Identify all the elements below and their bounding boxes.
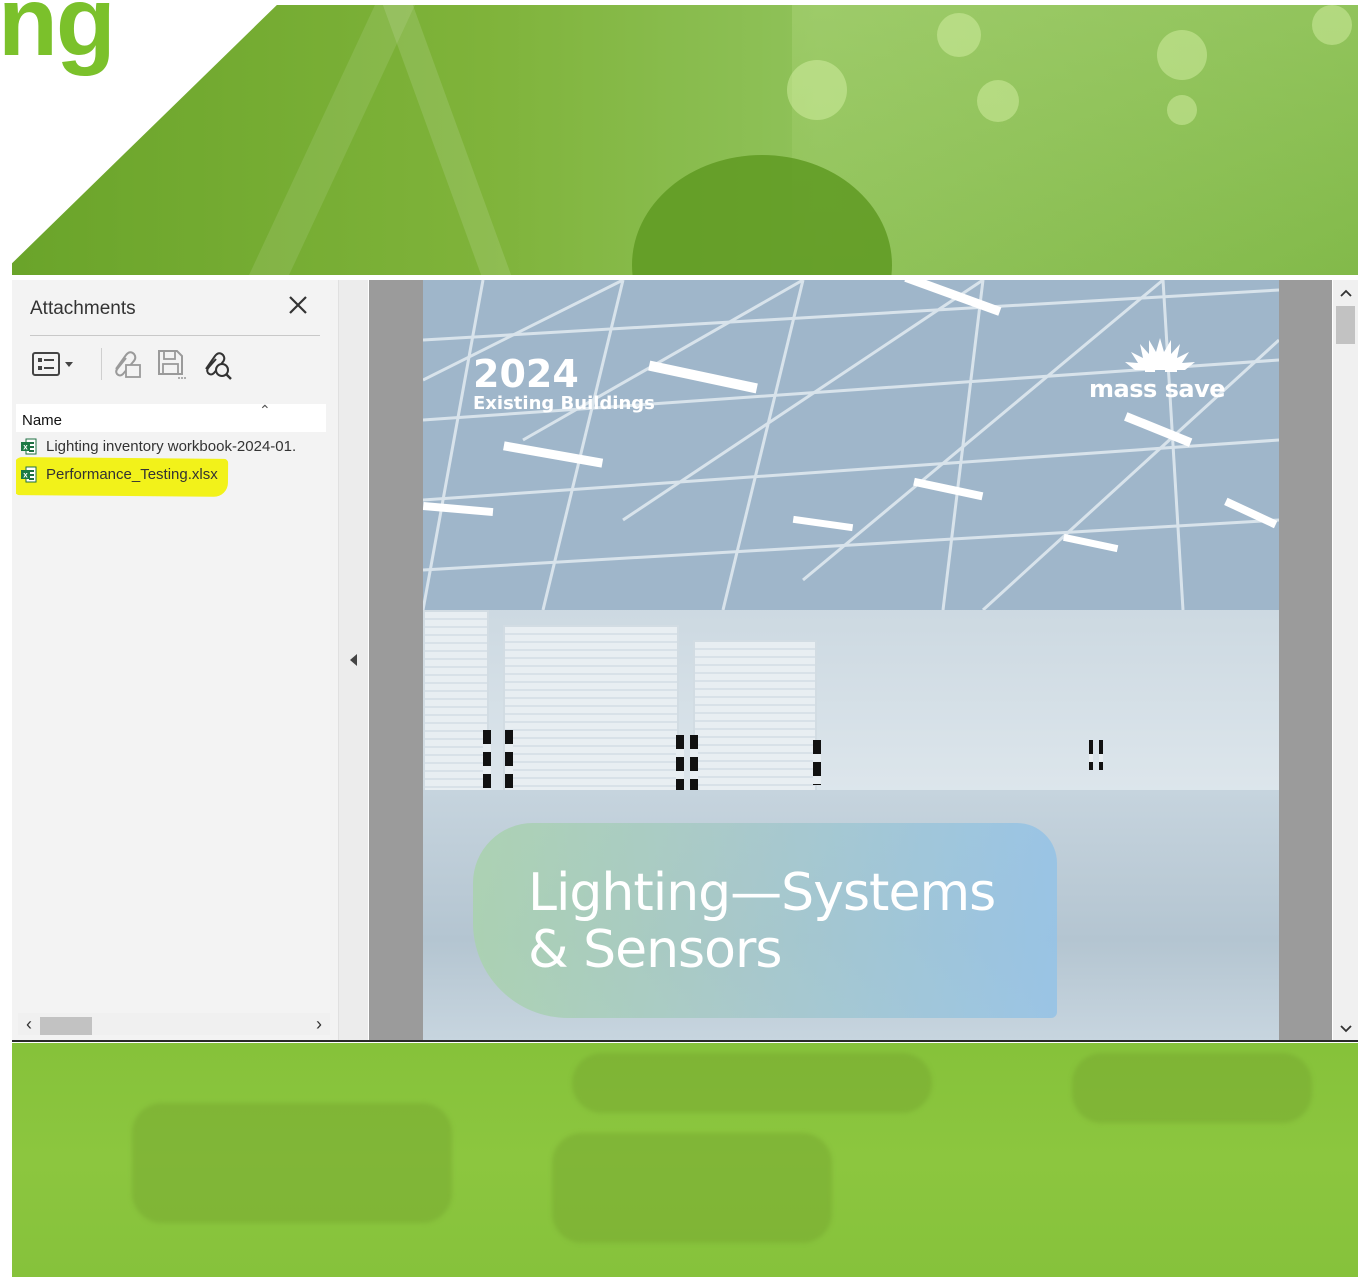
excel-file-icon: x [21, 438, 37, 455]
mass-save-logo-text: mass save [1089, 375, 1226, 403]
panel-divider [30, 335, 320, 336]
bottom-banner-image [12, 1043, 1358, 1277]
attachments-panel: Attachments Name ⌃ x Lighting inventory … [12, 280, 339, 1040]
cover-bollard [1089, 740, 1093, 770]
cover-title-card: Lighting—Systems & Sensors [473, 823, 1057, 1018]
banner-light-dot [977, 80, 1019, 122]
scroll-left-arrow-icon[interactable]: ‹ [18, 1013, 40, 1035]
banner-blur-shape [1072, 1053, 1312, 1123]
document-viewer[interactable]: 2024 Existing Buildings mass save Lighti… [369, 280, 1332, 1040]
banner-light-dot [937, 13, 981, 57]
cover-title: Lighting—Systems [528, 863, 996, 923]
scroll-right-arrow-icon[interactable]: › [308, 1013, 330, 1035]
cover-title: & Sensors [528, 920, 782, 980]
cover-subtitle: Existing Buildings [473, 393, 655, 414]
save-attachment-button[interactable] [154, 346, 188, 382]
vertical-scrollbar[interactable] [1333, 280, 1358, 1040]
cover-bollard [690, 735, 698, 790]
chevron-down-icon [1339, 1025, 1352, 1033]
cover-bollard [483, 730, 491, 795]
banner-blur-shape [572, 1053, 932, 1113]
window-edge [12, 1040, 1358, 1042]
search-attachment-button[interactable] [200, 346, 234, 382]
banner-light-dot [1167, 95, 1197, 125]
banner-light-dot [1157, 30, 1207, 80]
add-attachment-icon [115, 351, 141, 378]
cover-bollard [505, 730, 513, 795]
attachment-filename: Performance_Testing.xlsx [46, 466, 218, 483]
sort-ascending-icon: ⌃ [259, 404, 271, 418]
name-column-header[interactable]: Name [22, 412, 62, 429]
cover-roller-door [423, 610, 489, 799]
list-header: Name ⌃ [16, 404, 326, 432]
attachment-filename: Lighting inventory workbook-2024-01. [46, 438, 297, 455]
search-attachment-icon [205, 352, 232, 380]
chevron-up-icon [1339, 289, 1352, 297]
brand-heading-fragment: ng [0, 0, 116, 76]
close-icon [289, 296, 307, 314]
attachments-toolbar [30, 346, 330, 386]
cover-bollard [813, 740, 821, 785]
save-attachment-icon [158, 350, 186, 379]
cover-roller-door [693, 640, 817, 794]
close-panel-button[interactable] [285, 292, 311, 318]
excel-file-icon: x [21, 466, 37, 483]
cover-bollard [1099, 740, 1103, 770]
panel-collapse-gutter [339, 280, 368, 1040]
svg-text:x: x [23, 471, 28, 480]
banner-light-dot [787, 60, 847, 120]
banner-blur-shape [132, 1103, 452, 1223]
banner-decoration [382, 5, 512, 275]
cover-bollard [676, 735, 684, 790]
vertical-scroll-thumb[interactable] [1336, 306, 1355, 344]
options-dropdown-button[interactable] [30, 346, 78, 382]
attachments-list: Name ⌃ x Lighting inventory workbook-202… [16, 404, 330, 1009]
pdf-cover-page: 2024 Existing Buildings mass save Lighti… [423, 280, 1279, 1040]
banner-light-dot [1312, 5, 1352, 45]
scroll-down-button[interactable] [1333, 1018, 1358, 1040]
collapse-panel-arrow-icon[interactable] [347, 652, 361, 668]
attachment-row[interactable]: x Lighting inventory workbook-2024-01. [16, 434, 330, 460]
scroll-up-button[interactable] [1333, 282, 1358, 304]
add-attachment-button[interactable] [110, 346, 144, 382]
horizontal-scroll-thumb[interactable] [40, 1017, 92, 1035]
banner-blur-shape [552, 1133, 832, 1243]
cover-roller-door [503, 625, 679, 799]
svg-text:x: x [23, 443, 28, 452]
cover-year: 2024 [473, 352, 579, 396]
toolbar-separator [101, 348, 102, 380]
horizontal-scrollbar[interactable]: ‹ › [18, 1013, 330, 1035]
panel-title: Attachments [30, 298, 136, 319]
attachment-row-selected[interactable]: x Performance_Testing.xlsx [16, 457, 330, 497]
list-options-icon [32, 352, 73, 376]
